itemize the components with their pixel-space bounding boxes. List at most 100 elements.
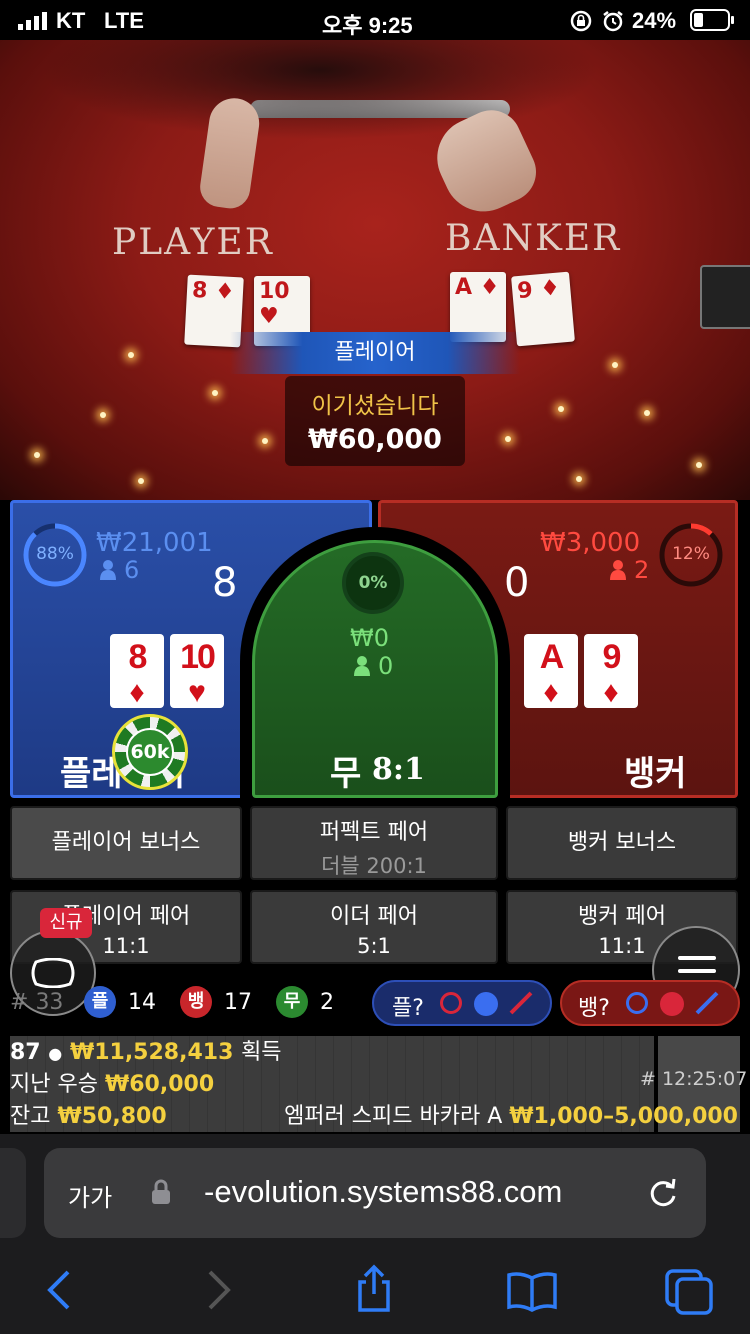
stats-row: # 33 플 14 뱅 17 무 2 플? 뱅? <box>0 978 750 1030</box>
perfect-pair-payout: 더블 200:1 <box>321 854 427 878</box>
banker-predict-button[interactable]: 뱅? <box>560 980 740 1026</box>
winners-amount: ₩11,528,413 <box>69 1040 234 1065</box>
banker-card: A ♦ <box>524 634 578 708</box>
sparkle <box>644 410 650 416</box>
card-suit: ♦ <box>543 676 559 709</box>
tie-payout: 8:1 <box>372 752 425 787</box>
player-predict-label: 플? <box>392 996 424 1021</box>
sparkle <box>696 462 702 468</box>
predict-cockroach-icon <box>508 990 534 1016</box>
sparkle <box>34 452 40 458</box>
player-card: 8 ♦ <box>110 634 164 708</box>
tie-bettors: 0 <box>378 652 394 680</box>
bet-limits: ₩1,000–5,000,000 <box>509 1104 738 1129</box>
player-bonus-button[interactable]: 플레이어 보너스 <box>10 806 242 880</box>
player-score: 8 <box>212 560 238 606</box>
banker-bonus-button[interactable]: 뱅커 보너스 <box>506 806 738 880</box>
banker-bettors: 2 <box>634 556 650 584</box>
banker-count-badge: 뱅 <box>180 986 212 1018</box>
banker-predict-label: 뱅? <box>578 996 610 1021</box>
tie-label: 무 <box>330 754 362 794</box>
balance-row: 잔고 ₩50,800 <box>10 1098 167 1130</box>
either-pair-label: 이더 페어 <box>330 904 418 929</box>
round-number: # 33 <box>10 990 64 1015</box>
card-rank: 9 <box>602 638 622 676</box>
player-felt-label: PLAYER <box>112 222 274 263</box>
card-rank: 9 <box>516 277 534 305</box>
previous-tab-preview[interactable] <box>0 1148 26 1238</box>
reload-icon[interactable] <box>646 1176 680 1210</box>
win-message: 이기셨습니다 <box>311 393 439 419</box>
tie-total-bet: ₩0 <box>350 624 389 652</box>
predict-cockroach-icon <box>694 990 720 1016</box>
card-rank: A <box>539 638 565 676</box>
banker-count: 17 <box>224 990 252 1015</box>
card-rank: 8 <box>128 638 148 676</box>
sparkle <box>262 438 268 444</box>
player-predict-button[interactable]: 플? <box>372 980 552 1026</box>
table-info-row: 엠퍼러 스피드 바카라 A ₩1,000–5,000,000 <box>284 1098 738 1130</box>
alarm-icon <box>601 9 625 33</box>
perfect-pair-button[interactable]: 퍼펙트 페어 더블 200:1 <box>250 806 498 880</box>
predict-bigeye-icon <box>660 992 684 1016</box>
video-card: 9 ♦ <box>511 271 575 347</box>
banker-percent: 12% <box>672 544 710 564</box>
balance-label: 잔고 <box>10 1104 51 1129</box>
win-amount: ₩60,000 <box>308 424 442 455</box>
share-icon[interactable] <box>354 1264 394 1314</box>
predict-bigroad-icon <box>626 992 648 1014</box>
card-rank: A <box>455 275 473 300</box>
new-badge-label: 신규 <box>49 912 83 933</box>
tie-count-badge-label: 무 <box>283 991 301 1012</box>
lock-icon <box>150 1178 172 1206</box>
player-total-bet: ₩21,001 <box>96 528 213 558</box>
bet-chip-value: 60k <box>130 741 170 763</box>
banker-label: 뱅커 <box>624 754 687 794</box>
text-size-button[interactable]: 가가 <box>68 1178 112 1213</box>
rotation-lock-icon <box>570 10 592 32</box>
sparkle <box>558 406 564 412</box>
player-bettors: 6 <box>124 556 140 584</box>
card-shoe <box>700 265 750 329</box>
round-time: # 12:25:07 <box>640 1068 748 1090</box>
winners-suffix: 획득 <box>241 1040 282 1065</box>
card-rank: 8 <box>191 277 208 304</box>
banker-pair-label: 뱅커 페어 <box>578 904 666 929</box>
either-pair-button[interactable]: 이더 페어 5:1 <box>250 890 498 964</box>
win-side-label: 플레이어 <box>334 340 416 365</box>
player-count-badge: 플 <box>84 986 116 1018</box>
footer-info: 87 ● ₩11,528,413 획득 지난 우승 ₩60,000 # 12:2… <box>0 1030 750 1134</box>
card-suit: ♦ <box>539 275 562 303</box>
banker-count-badge-label: 뱅 <box>187 991 205 1012</box>
signal-icon <box>18 12 48 30</box>
forward-icon[interactable] <box>204 1268 234 1312</box>
bookmarks-icon[interactable] <box>506 1270 558 1312</box>
win-message-box: 이기셨습니다 ₩60,000 <box>285 376 465 466</box>
user-icon <box>354 656 370 676</box>
tabs-icon[interactable] <box>664 1268 714 1316</box>
predict-bigroad-icon <box>440 992 462 1014</box>
network-label: LTE <box>104 8 144 33</box>
winners-count: 87 <box>10 1040 41 1065</box>
tie-count-badge: 무 <box>276 986 308 1018</box>
card-suit: ♦ <box>214 279 236 306</box>
battery-percent: 24% <box>632 8 677 33</box>
last-win-row: 지난 우승 ₩60,000 <box>10 1066 214 1098</box>
user-icon: ● <box>48 1044 63 1063</box>
sparkle <box>505 436 511 442</box>
sparkle <box>576 476 582 482</box>
card-suit: ♥ <box>259 304 279 329</box>
battery-icon <box>690 9 736 31</box>
player-card: 10 ♥ <box>170 634 224 708</box>
winners-row: 87 ● ₩11,528,413 획득 <box>10 1034 282 1066</box>
sparkle <box>128 352 134 358</box>
bet-chip[interactable]: 60k <box>112 714 188 790</box>
live-video: PLAYER BANKER 8 ♦ 10 ♥ A ♦ 9 ♦ 플레이어 이기셨습… <box>0 40 750 500</box>
new-badge: 신규 <box>40 908 92 938</box>
player-count: 14 <box>128 990 156 1015</box>
url-text: -evolution.systems88.com <box>204 1174 563 1209</box>
user-icon <box>100 560 116 580</box>
clock: 오후 9:25 <box>322 13 413 38</box>
back-icon[interactable] <box>44 1268 74 1312</box>
address-bar[interactable]: 가가 -evolution.systems88.com <box>44 1148 706 1238</box>
